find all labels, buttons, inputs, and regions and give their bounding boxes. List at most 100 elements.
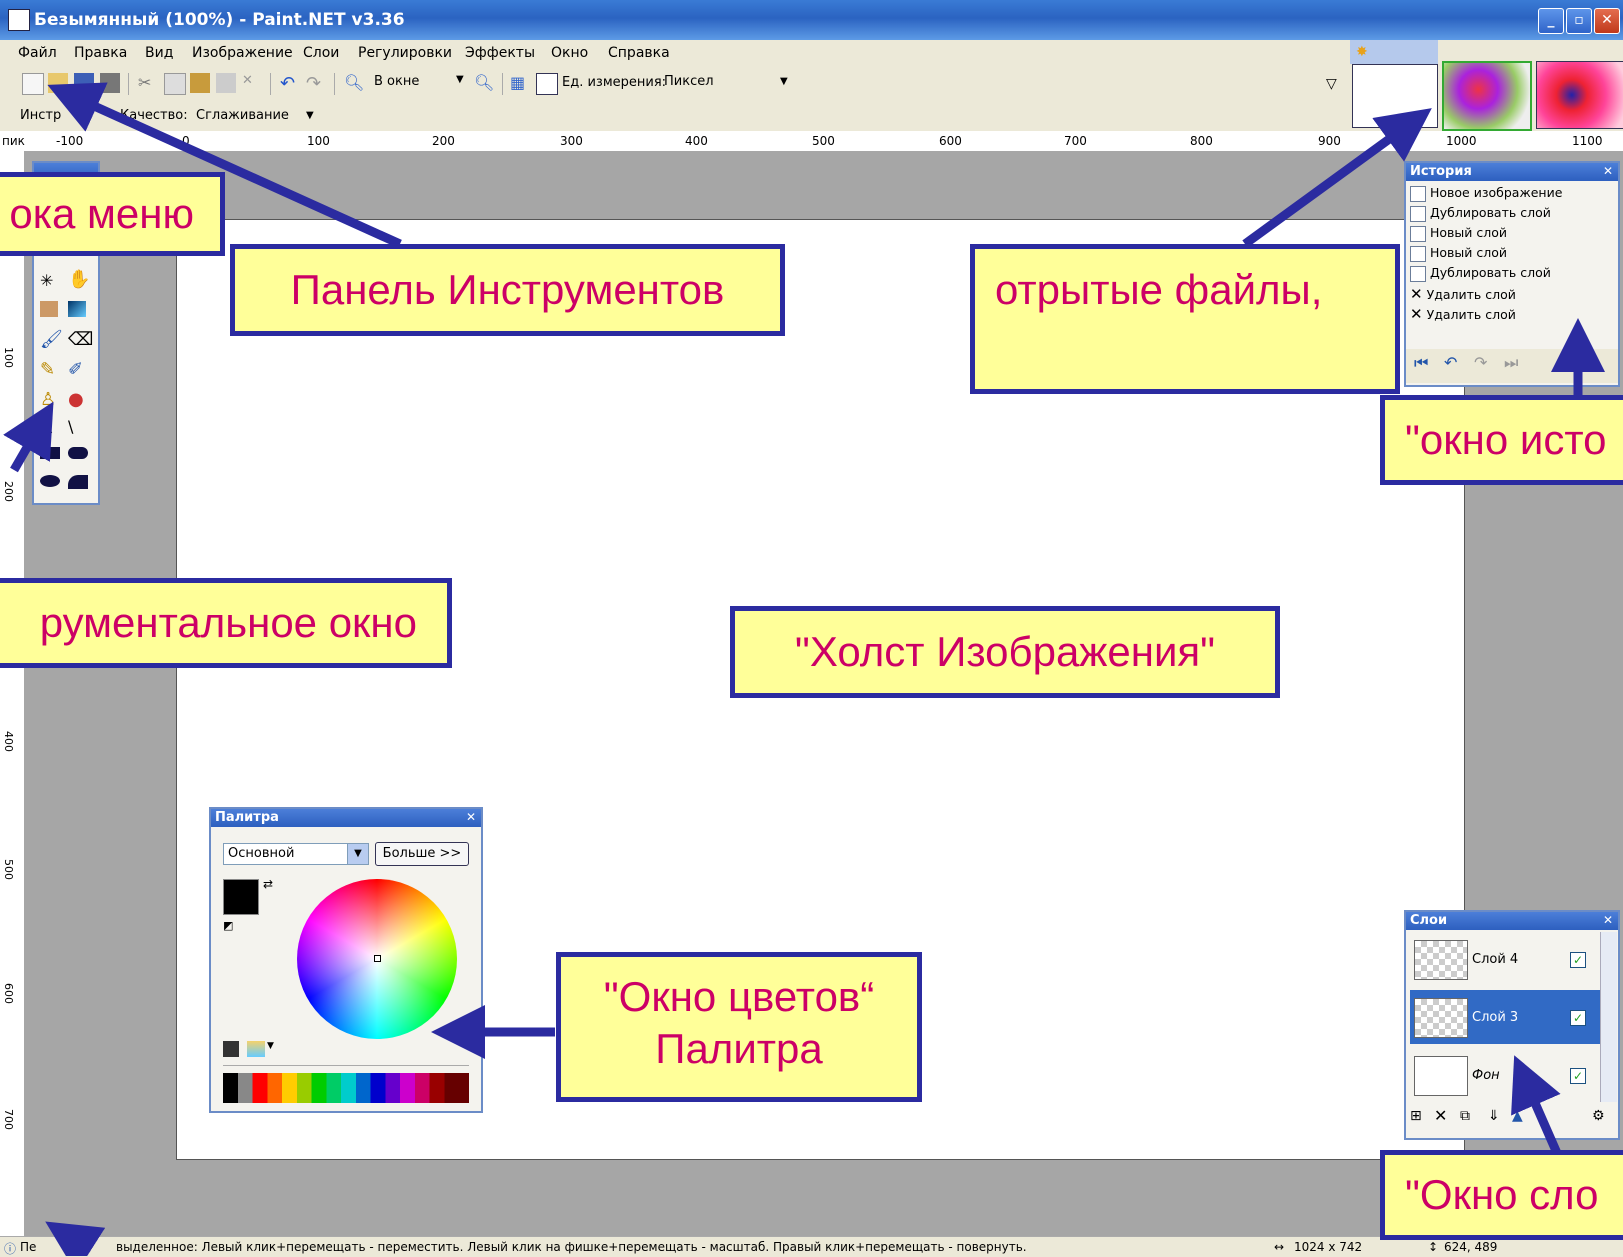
menu-view[interactable]: Вид xyxy=(145,45,173,61)
layer-visibility-checkbox[interactable]: ✓ xyxy=(1570,1010,1586,1026)
more-button[interactable]: Больше >> xyxy=(375,842,469,866)
palette-select[interactable]: Основной xyxy=(223,843,359,865)
close-button[interactable]: ✕ xyxy=(1594,8,1620,34)
history-item[interactable]: Дублировать слой xyxy=(1410,265,1551,282)
color-swatches[interactable] xyxy=(223,1073,469,1103)
duplicate-layer-icon[interactable]: ⧉ xyxy=(1460,1108,1470,1124)
chevron-down-icon[interactable]: ▼ xyxy=(456,74,464,85)
hand-icon[interactable]: ✋ xyxy=(68,269,90,290)
move-layer-up-icon[interactable]: ▲ xyxy=(1512,1108,1523,1124)
quality-combo[interactable]: Сглаживание xyxy=(196,108,289,123)
clone-stamp-icon[interactable]: ♙ xyxy=(40,389,56,410)
history-item[interactable]: Новый слой xyxy=(1410,245,1507,262)
layer-properties-icon[interactable]: ⚙ xyxy=(1592,1108,1605,1124)
chevron-down-icon[interactable]: ▼ xyxy=(306,110,314,121)
paint-bucket-icon[interactable] xyxy=(40,301,58,317)
history-item[interactable]: Новый слой xyxy=(1410,225,1507,242)
line-icon[interactable]: \ xyxy=(68,417,73,436)
recolor-icon[interactable]: ● xyxy=(68,389,84,410)
zoom-in-icon[interactable]: 🔍︎ xyxy=(474,73,494,93)
layers-window-header[interactable]: Слои ✕ xyxy=(1406,912,1618,930)
add-color-icon[interactable] xyxy=(223,1041,239,1057)
menu-file[interactable]: Файл xyxy=(18,45,57,61)
menu-edit[interactable]: Правка xyxy=(74,45,127,61)
save-icon[interactable] xyxy=(74,73,94,93)
menu-image[interactable]: Изображение xyxy=(192,45,293,61)
dropdown-arrow-icon[interactable]: ▽ xyxy=(1326,76,1337,92)
open-file-icon[interactable] xyxy=(48,73,68,93)
layer-row-selected[interactable]: Слой 3 ✓ xyxy=(1410,990,1600,1044)
undo-icon[interactable]: ↶ xyxy=(1444,353,1457,372)
fast-forward-icon[interactable]: ⏭ xyxy=(1504,353,1518,373)
menu-effects[interactable]: Эффекты xyxy=(465,45,535,61)
magic-wand-icon[interactable]: ✳ xyxy=(40,271,53,290)
maximize-button[interactable]: ▫ xyxy=(1566,8,1592,34)
history-item[interactable]: ✕ Удалить слой xyxy=(1410,305,1516,323)
new-file-icon[interactable] xyxy=(22,73,44,95)
merge-layer-icon[interactable]: ⇓ xyxy=(1488,1108,1500,1124)
layer-row[interactable]: Фон ✓ xyxy=(1410,1048,1600,1102)
cut-icon[interactable]: ✂ xyxy=(138,73,158,93)
ruler-icon[interactable] xyxy=(536,73,558,95)
add-layer-icon[interactable]: ⊞ xyxy=(1410,1108,1422,1124)
rectangle-icon[interactable] xyxy=(40,447,60,459)
text-icon[interactable]: A xyxy=(40,417,52,438)
zoom-out-icon[interactable]: 🔍︎ xyxy=(344,73,364,93)
ruler-tick: 400 xyxy=(685,134,708,148)
paste-icon[interactable] xyxy=(190,73,210,93)
freeform-shape-icon[interactable] xyxy=(68,475,88,489)
swap-colors-icon[interactable]: ⇄ xyxy=(263,877,273,891)
ruler-tick: 900 xyxy=(1318,134,1341,148)
menu-adjustments[interactable]: Регулировки xyxy=(358,45,452,61)
paintbrush-icon[interactable]: 🖌︎ xyxy=(40,329,63,350)
ruler-tick: 0 xyxy=(182,134,190,148)
primary-color-swatch[interactable] xyxy=(223,879,259,915)
ellipse-icon[interactable] xyxy=(40,475,60,487)
open-file-thumbnail-2[interactable] xyxy=(1442,61,1532,131)
delete-layer-icon[interactable]: ✕ xyxy=(1434,1106,1447,1125)
units-combo[interactable]: Пиксел xyxy=(660,72,774,92)
menu-window[interactable]: Окно xyxy=(551,45,588,61)
pencil-icon[interactable]: ✎ xyxy=(40,359,55,380)
close-icon[interactable]: ✕ xyxy=(1601,913,1615,927)
palette-window-header[interactable]: Палитра ✕ xyxy=(211,809,481,827)
redo-icon[interactable]: ↷ xyxy=(306,73,326,94)
layers-scrollbar[interactable] xyxy=(1600,932,1617,1102)
menu-layers[interactable]: Слои xyxy=(303,45,339,61)
grid-icon[interactable]: ▦ xyxy=(510,73,530,93)
open-file-thumbnail-3[interactable] xyxy=(1536,61,1623,129)
layer-visibility-checkbox[interactable]: ✓ xyxy=(1570,952,1586,968)
history-item[interactable]: Дублировать слой xyxy=(1410,205,1551,222)
color-wheel-cursor[interactable] xyxy=(374,955,381,962)
chevron-down-icon[interactable]: ▼ xyxy=(780,76,788,87)
history-item[interactable]: ✕ Удалить слой xyxy=(1410,285,1516,303)
chevron-down-icon[interactable]: ▼ xyxy=(267,1041,274,1051)
close-icon[interactable]: ✕ xyxy=(1601,164,1615,178)
history-item[interactable]: Новое изображение xyxy=(1410,185,1562,202)
print-icon[interactable] xyxy=(100,73,120,93)
copy-icon[interactable] xyxy=(164,73,186,95)
layer-visibility-checkbox[interactable]: ✓ xyxy=(1570,1068,1586,1084)
crop-icon[interactable] xyxy=(216,73,236,93)
history-window-header[interactable]: История ✕ xyxy=(1406,163,1618,181)
rounded-rectangle-icon[interactable] xyxy=(68,447,88,459)
color-picker-icon[interactable]: ✐ xyxy=(68,359,83,380)
open-file-thumbnail-1[interactable] xyxy=(1352,64,1438,128)
menu-help[interactable]: Справка xyxy=(608,45,670,61)
minimize-button[interactable]: _ xyxy=(1538,8,1564,34)
ruler-tick: 500 xyxy=(812,134,835,148)
chevron-down-icon[interactable]: ▼ xyxy=(347,843,369,865)
undo-icon[interactable]: ↶ xyxy=(280,73,300,94)
eraser-icon[interactable]: ⌫ xyxy=(68,329,93,350)
deselect-icon[interactable]: ✕ xyxy=(242,73,262,93)
palette-menu-icon[interactable] xyxy=(247,1041,265,1057)
gradient-icon[interactable] xyxy=(68,301,86,317)
close-icon[interactable]: ✕ xyxy=(464,810,478,824)
reset-colors-icon[interactable]: ◩ xyxy=(223,919,233,932)
new-layer-icon xyxy=(1410,225,1426,242)
help-icon: ⓘ xyxy=(4,1242,17,1256)
rewind-icon[interactable]: ⏮ xyxy=(1414,353,1428,373)
layer-row[interactable]: Слой 4 ✓ xyxy=(1410,932,1600,986)
zoom-combo[interactable]: В окне xyxy=(374,74,419,89)
redo-icon[interactable]: ↷ xyxy=(1474,353,1487,372)
